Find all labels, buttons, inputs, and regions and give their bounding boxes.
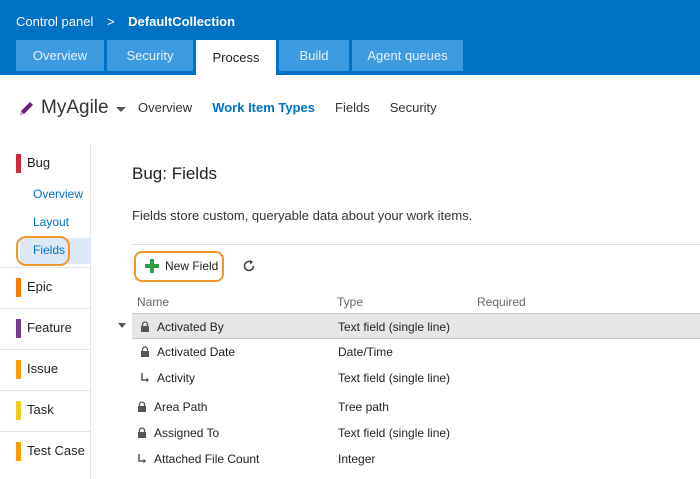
refresh-icon[interactable]	[242, 259, 256, 273]
field-name: Assigned To	[154, 426, 220, 440]
epic-color-bar	[16, 278, 21, 297]
fields-panel: Bug: Fields Fields store custom, queryab…	[92, 144, 700, 479]
lock-icon	[141, 346, 149, 357]
table-row[interactable]: Attached File Count Integer	[132, 446, 700, 472]
tab-agent-queues[interactable]: Agent queues	[352, 40, 463, 71]
table-row[interactable]: Activated By Text field (single line)	[132, 313, 700, 339]
inherited-icon	[138, 454, 146, 464]
wit-test-case[interactable]: Test Case	[0, 431, 91, 472]
test-case-color-bar	[16, 442, 21, 461]
table-row[interactable]: Activity Text field (single line)	[132, 365, 700, 391]
field-type: Text field (single line)	[338, 371, 451, 385]
top-header: Control panel > DefaultCollection Overvi…	[0, 0, 700, 75]
new-field-label: New Field	[165, 259, 219, 273]
process-name: MyAgile	[41, 97, 109, 118]
field-name: Activity	[157, 371, 196, 385]
process-nav-links: Overview Work Item Types Fields Security	[138, 100, 457, 115]
nav-security[interactable]: Security	[390, 100, 437, 115]
feature-color-bar	[16, 319, 21, 338]
wit-epic-label: Epic	[27, 279, 53, 294]
process-selector[interactable]: MyAgile	[18, 97, 126, 119]
field-name: Activated Date	[157, 345, 236, 359]
work-item-types-sidebar: Bug Overview Layout Fields Epic Feature …	[0, 144, 91, 479]
bug-nav-layout[interactable]: Layout	[33, 215, 69, 229]
wit-feature[interactable]: Feature	[0, 308, 91, 349]
admin-tabs: Overview Security Process Build Agent qu…	[16, 40, 466, 75]
lock-icon	[138, 427, 146, 438]
wit-task-label: Task	[27, 402, 54, 417]
field-type: Integer	[338, 452, 376, 466]
tab-process[interactable]: Process	[196, 40, 276, 75]
wit-issue-label: Issue	[27, 361, 59, 376]
nav-fields[interactable]: Fields	[335, 100, 370, 115]
column-header-type[interactable]: Type	[337, 295, 363, 309]
bug-color-bar	[16, 154, 21, 173]
field-type: Text field (single line)	[338, 426, 451, 440]
chevron-down-icon[interactable]	[115, 106, 126, 112]
lock-icon	[138, 401, 146, 412]
field-type: Date/Time	[338, 345, 393, 359]
breadcrumb-control-panel[interactable]: Control panel	[16, 14, 93, 29]
table-row[interactable]: Area Path Tree path	[132, 394, 700, 420]
field-name: Attached File Count	[154, 452, 260, 466]
new-field-button[interactable]: New Field	[134, 251, 224, 282]
field-name: Area Path	[154, 400, 208, 414]
issue-color-bar	[16, 360, 21, 379]
field-type: Tree path	[338, 400, 389, 414]
task-color-bar	[16, 401, 21, 420]
wit-test-case-label: Test Case	[27, 443, 85, 458]
nav-overview[interactable]: Overview	[138, 100, 192, 115]
inherited-icon	[141, 373, 149, 383]
wit-task[interactable]: Task	[0, 390, 91, 431]
field-name: Activated By	[157, 320, 224, 334]
lock-icon	[141, 321, 149, 332]
column-header-required[interactable]: Required	[477, 295, 526, 309]
column-header-name[interactable]: Name	[137, 295, 169, 309]
wit-bug[interactable]: Bug	[0, 144, 91, 185]
nav-work-item-types[interactable]: Work Item Types	[212, 100, 315, 115]
plus-icon	[145, 259, 159, 273]
wit-feature-label: Feature	[27, 320, 72, 335]
wit-epic[interactable]: Epic	[0, 267, 91, 308]
process-subnav: MyAgile Overview Work Item Types Fields …	[0, 75, 700, 140]
wit-bug-label: Bug	[27, 155, 51, 170]
page-title: Bug: Fields	[132, 164, 218, 183]
bug-nav-fields[interactable]: Fields	[33, 243, 65, 257]
tab-overview[interactable]: Overview	[16, 40, 104, 71]
expand-row-caret-icon[interactable]	[118, 323, 126, 328]
bug-nav-overview[interactable]: Overview	[33, 187, 83, 201]
process-pencil-icon	[20, 102, 33, 115]
field-type: Text field (single line)	[338, 320, 451, 334]
tab-build[interactable]: Build	[279, 40, 349, 71]
breadcrumb-collection[interactable]: DefaultCollection	[128, 14, 235, 29]
breadcrumb: Control panel > DefaultCollection	[16, 14, 245, 29]
table-row[interactable]: Assigned To Text field (single line)	[132, 420, 700, 446]
toolbar-divider	[132, 244, 700, 245]
breadcrumb-separator: >	[106, 14, 115, 29]
table-row[interactable]: Activated Date Date/Time	[132, 339, 700, 365]
wit-issue[interactable]: Issue	[0, 349, 91, 390]
page-description: Fields store custom, queryable data abou…	[132, 208, 473, 223]
tab-security[interactable]: Security	[107, 40, 193, 71]
